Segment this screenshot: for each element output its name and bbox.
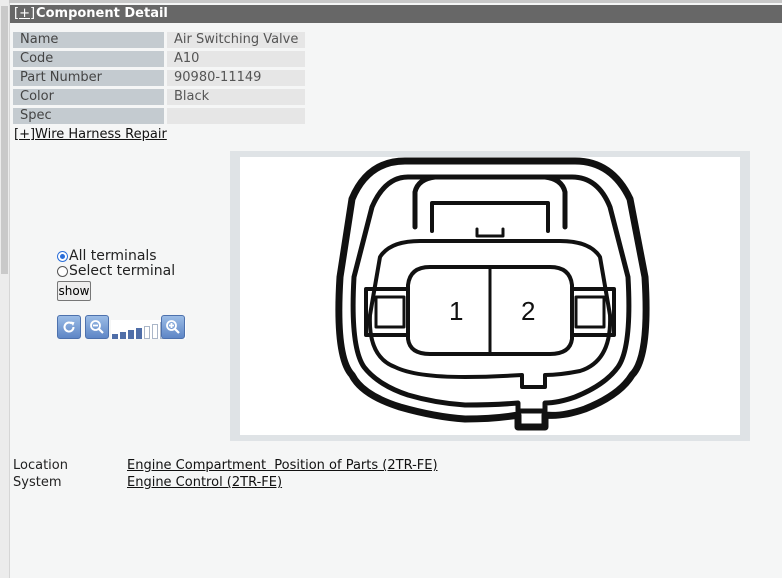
all-terminals-option[interactable]: All terminals bbox=[57, 249, 175, 264]
detail-value-part-number: 90980-11149 bbox=[167, 70, 305, 86]
left-scrollbar-thumb[interactable] bbox=[1, 6, 8, 274]
all-terminals-label[interactable]: All terminals bbox=[69, 249, 157, 264]
table-row: Color Black bbox=[13, 89, 305, 105]
table-row: Part Number 90980-11149 bbox=[13, 70, 305, 86]
detail-value-name: Air Switching Valve bbox=[167, 32, 305, 48]
select-terminal-label[interactable]: Select terminal bbox=[69, 264, 175, 279]
detail-label-name: Name bbox=[13, 32, 167, 48]
table-row: Code A10 bbox=[13, 51, 305, 67]
location-row: Location Engine Compartment Position of P… bbox=[13, 458, 438, 474]
select-terminal-radio[interactable] bbox=[57, 266, 68, 277]
system-link[interactable]: Engine Control (2TR-FE) bbox=[127, 475, 282, 490]
refresh-icon[interactable] bbox=[57, 315, 81, 339]
detail-label-part-number: Part Number bbox=[13, 70, 167, 86]
location-label: Location bbox=[13, 458, 68, 473]
detail-label-code: Code bbox=[13, 51, 167, 67]
connector-diagram-panel: 1 2 bbox=[230, 151, 750, 441]
detail-label-spec: Spec bbox=[13, 108, 167, 124]
wire-harness-repair-link[interactable]: [+]Wire Harness Repair bbox=[14, 127, 167, 142]
table-row: Spec bbox=[13, 108, 305, 124]
header-title: Component Detail bbox=[36, 6, 168, 21]
table-row: Name Air Switching Valve bbox=[13, 32, 305, 48]
zoom-level-bar bbox=[120, 332, 126, 339]
connector-diagram: 1 2 bbox=[240, 157, 740, 435]
detail-label-color: Color bbox=[13, 89, 167, 105]
location-link[interactable]: Engine Compartment Position of Parts (2T… bbox=[127, 458, 438, 473]
terminal-selector: All terminals Select terminal bbox=[57, 249, 175, 279]
all-terminals-radio[interactable] bbox=[57, 251, 68, 262]
detail-value-code: A10 bbox=[167, 51, 305, 67]
show-button[interactable]: show bbox=[57, 281, 91, 301]
detail-table: Name Air Switching Valve Code A10 Part N… bbox=[13, 29, 305, 127]
system-label: System bbox=[13, 475, 62, 490]
zoom-level-bar bbox=[152, 324, 158, 339]
zoom-in-icon[interactable] bbox=[161, 315, 185, 339]
zoom-level-bar bbox=[136, 328, 142, 339]
pin-1-label: 1 bbox=[449, 296, 463, 326]
detail-value-color: Black bbox=[167, 89, 305, 105]
zoom-out-icon[interactable] bbox=[85, 315, 109, 339]
system-row: System Engine Control (2TR-FE) bbox=[13, 475, 282, 491]
left-scrollbar[interactable] bbox=[0, 0, 10, 578]
select-terminal-option[interactable]: Select terminal bbox=[57, 264, 175, 279]
zoom-level-bar bbox=[128, 330, 134, 339]
detail-value-spec bbox=[167, 108, 305, 124]
component-detail-header: [+]Component Detail bbox=[10, 5, 782, 23]
zoom-level-bar bbox=[112, 334, 118, 339]
connector-drawing: 1 2 bbox=[335, 157, 650, 431]
zoom-level-bar bbox=[144, 326, 150, 339]
pin-2-label: 2 bbox=[521, 296, 535, 326]
top-divider bbox=[9, 0, 782, 3]
header-toggle[interactable]: [+] bbox=[14, 6, 35, 21]
